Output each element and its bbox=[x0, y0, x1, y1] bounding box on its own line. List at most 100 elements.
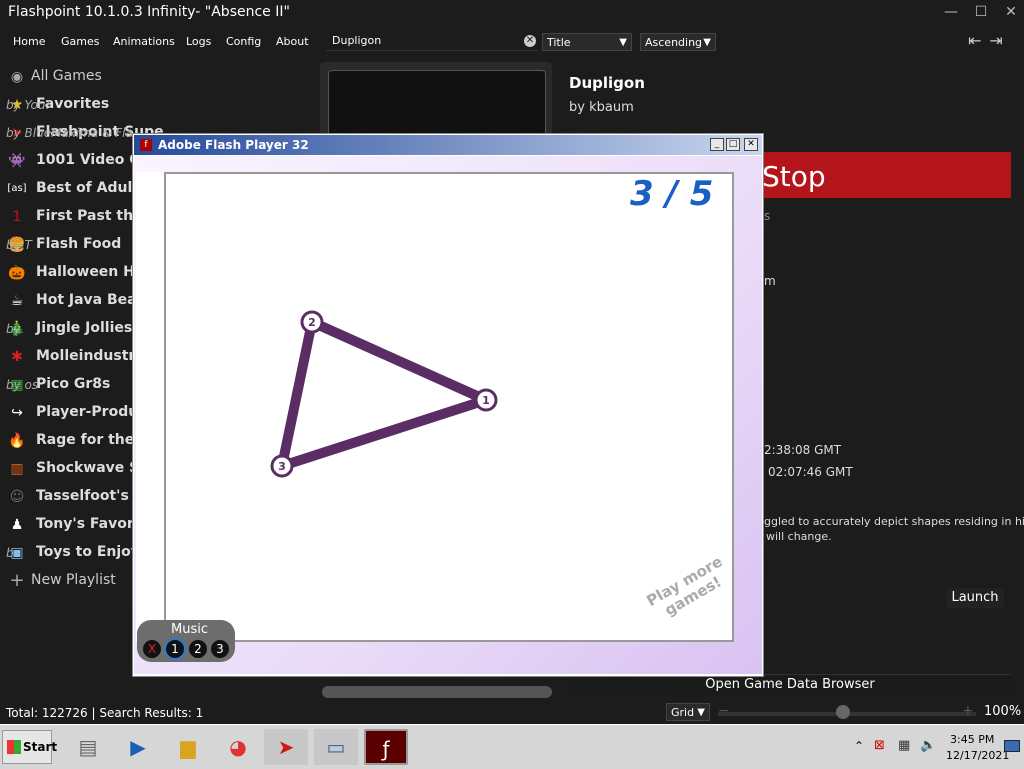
silhouette-icon: ♟ bbox=[10, 517, 24, 533]
menu-animations[interactable]: Animations bbox=[113, 35, 175, 48]
music-track-1-button[interactable]: 1 bbox=[166, 640, 184, 658]
zoom-out-icon[interactable]: − bbox=[718, 703, 730, 719]
sidebar-item-author: by You! bbox=[6, 98, 51, 112]
flash-stage[interactable]: 123 3 / 5 Play more games! Music X 1 2 3 bbox=[134, 156, 762, 674]
zoom-slider-handle[interactable] bbox=[836, 705, 850, 719]
as-logo-icon: [as] bbox=[7, 183, 27, 194]
flash-player-icon[interactable]: ƒ bbox=[364, 729, 408, 765]
vertex-label: 3 bbox=[278, 460, 286, 473]
open-game-data-browser-button[interactable]: Open Game Data Browser bbox=[570, 674, 1010, 695]
chrome-icon[interactable]: ◕ bbox=[216, 729, 260, 765]
sidebar-item-all-games[interactable]: ◉ All Games bbox=[6, 64, 306, 92]
chevron-down-icon: ▼ bbox=[619, 37, 627, 48]
shape-edge bbox=[307, 317, 491, 405]
sidebar-item-label: Flash Food bbox=[36, 236, 122, 252]
sidebar-item-label: Jingle Jollies bbox=[36, 320, 133, 336]
shape-edge bbox=[277, 395, 491, 471]
file-explorer-icon[interactable]: ▆ bbox=[166, 729, 210, 765]
molleindustria-logo-icon: ✱ bbox=[11, 349, 23, 365]
tasselfoot-avatar-icon: ☺ bbox=[9, 489, 25, 505]
server-manager-icon[interactable]: ▤ bbox=[66, 729, 110, 765]
network-alert-icon[interactable]: ⊠ bbox=[874, 738, 885, 753]
shape-vertex-3[interactable]: 3 bbox=[270, 454, 294, 478]
show-desktop-icon[interactable] bbox=[1004, 740, 1020, 752]
app-title-bar: Flashpoint 10.1.0.3 Infinity- "Absence I… bbox=[0, 0, 1024, 26]
horizontal-scrollbar[interactable] bbox=[322, 686, 552, 698]
number-one-icon: 1 bbox=[12, 209, 22, 225]
flash-player-window[interactable]: f Adobe Flash Player 32 _ □ ✕ 123 3 / 5 … bbox=[132, 133, 764, 677]
music-track-3-button[interactable]: 3 bbox=[211, 640, 229, 658]
flash-close-icon[interactable]: ✕ bbox=[744, 138, 758, 151]
stop-button-label: Stop bbox=[762, 160, 826, 193]
stage-left-rail bbox=[136, 172, 164, 642]
start-button[interactable]: Start bbox=[2, 730, 57, 764]
maximize-icon[interactable]: ☐ bbox=[970, 2, 992, 22]
order-direction-value: Ascending bbox=[645, 36, 703, 49]
sidebar-item-author: by BlueMaxima & Fla bbox=[6, 126, 133, 140]
flash-maximize-icon[interactable]: □ bbox=[726, 138, 740, 151]
sidebar-item-playlist[interactable]: ★ Favorites by You! bbox=[6, 92, 306, 120]
zoom-in-icon[interactable]: + bbox=[962, 703, 974, 719]
plus-icon: + bbox=[9, 570, 25, 591]
pumpkin-icon: 🎃 bbox=[8, 265, 26, 281]
launch-button[interactable]: Launch bbox=[946, 588, 1004, 608]
flash-logo-icon: f bbox=[140, 139, 152, 151]
info-fragment: m bbox=[764, 274, 776, 288]
windows-logo-icon bbox=[7, 740, 21, 754]
menu-home[interactable]: Home bbox=[13, 35, 45, 48]
search-input[interactable]: Dupligon ✕ bbox=[326, 32, 538, 51]
powershell-icon[interactable]: ▶ bbox=[116, 729, 160, 765]
device-icon[interactable]: ▦ bbox=[898, 738, 910, 753]
chevron-down-icon: ▼ bbox=[703, 37, 711, 48]
shape-edge bbox=[277, 317, 317, 471]
flame-icon: 🔥 bbox=[8, 433, 26, 449]
sidebar-item-author: by T bbox=[6, 238, 32, 252]
status-text: Total: 122726 | Search Results: 1 bbox=[6, 706, 204, 720]
order-direction-select[interactable]: Ascending ▼ bbox=[640, 33, 716, 51]
flashpoint-icon[interactable]: ➤ bbox=[264, 729, 308, 765]
shape-vertex-2[interactable]: 2 bbox=[300, 310, 324, 334]
app-title: Flashpoint 10.1.0.3 Infinity- "Absence I… bbox=[8, 4, 290, 20]
sidebar-item-author: by os bbox=[6, 378, 39, 392]
date-modified-value: 02:07:46 GMT bbox=[768, 465, 853, 479]
description-line: ggled to accurately depict shapes residi… bbox=[764, 515, 1024, 528]
date-added-value: 2:38:08 GMT bbox=[764, 443, 842, 457]
menu-config[interactable]: Config bbox=[226, 35, 261, 48]
sidebar-item-label: Toys to Enjoy bbox=[36, 544, 140, 560]
minimize-icon[interactable]: — bbox=[940, 2, 962, 22]
flash-title-bar[interactable]: f Adobe Flash Player 32 _ □ ✕ bbox=[134, 135, 762, 155]
shape-canvas[interactable]: 1 2 3 bbox=[166, 174, 732, 640]
description-line: will change. bbox=[766, 530, 832, 543]
menu-games[interactable]: Games bbox=[61, 35, 99, 48]
info-fragment: s bbox=[764, 209, 771, 223]
shape-vertex-1[interactable]: 1 bbox=[474, 388, 498, 412]
flash-minimize-icon[interactable]: _ bbox=[710, 138, 724, 151]
game-thumbnail bbox=[328, 70, 546, 142]
menu-logs[interactable]: Logs bbox=[186, 35, 211, 48]
music-label: Music bbox=[171, 622, 208, 637]
sidebar-item-author: b bbox=[6, 546, 14, 560]
music-panel: Music X 1 2 3 bbox=[137, 620, 235, 662]
flash-window-title: Adobe Flash Player 32 bbox=[158, 138, 309, 152]
volume-icon[interactable]: 🔈 bbox=[920, 738, 936, 753]
search-value: Dupligon bbox=[332, 34, 382, 47]
clock-date[interactable]: 12/17/2021 bbox=[946, 749, 1009, 762]
tray-expand-icon[interactable]: ⌃ bbox=[854, 739, 864, 753]
window-icon[interactable]: ▭ bbox=[314, 729, 358, 765]
shockwave-icon: ▥ bbox=[10, 461, 24, 477]
view-mode-select[interactable]: Grid ▼ bbox=[666, 703, 710, 721]
clear-search-icon[interactable]: ✕ bbox=[524, 35, 536, 47]
music-track-2-button[interactable]: 2 bbox=[189, 640, 207, 658]
order-by-select[interactable]: Title ▼ bbox=[542, 33, 632, 51]
layout-toggle-icons[interactable]: ⇤⇥ bbox=[968, 31, 1011, 50]
menu-about[interactable]: About bbox=[276, 35, 309, 48]
close-icon[interactable]: ✕ bbox=[1000, 2, 1022, 22]
game-board[interactable]: 1 2 3 bbox=[164, 172, 734, 642]
game-title: Dupligon bbox=[569, 74, 645, 92]
coffee-cup-icon: ☕ bbox=[10, 293, 24, 309]
order-by-value: Title bbox=[547, 36, 571, 49]
start-label: Start bbox=[23, 740, 58, 754]
music-off-button[interactable]: X bbox=[143, 640, 161, 658]
clock-time[interactable]: 3:45 PM bbox=[950, 733, 994, 746]
space-invader-icon: 👾 bbox=[8, 153, 26, 169]
